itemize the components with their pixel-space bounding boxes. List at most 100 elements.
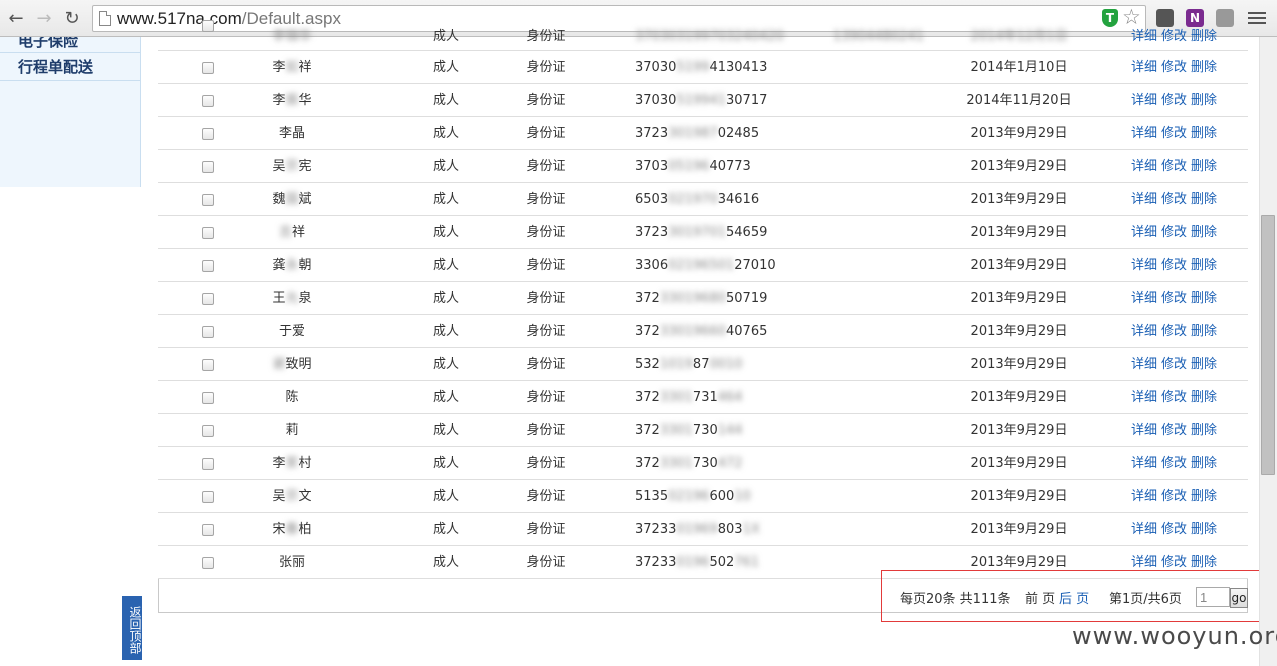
delete-link[interactable]: 删除: [1191, 489, 1217, 504]
delete-link[interactable]: 删除: [1191, 258, 1217, 273]
row-actions: 详细 修改 删除: [1131, 84, 1221, 117]
menu-icon[interactable]: [1248, 9, 1266, 27]
detail-link[interactable]: 详细: [1131, 126, 1157, 141]
detail-link[interactable]: 详细: [1131, 456, 1157, 471]
document-type: 身份证: [526, 126, 566, 141]
row-checkbox[interactable]: [202, 392, 214, 404]
passenger-type: 成人: [432, 522, 459, 537]
delete-link[interactable]: 删除: [1191, 159, 1217, 174]
reload-icon[interactable]: ↻: [60, 6, 84, 30]
delete-link[interactable]: 删除: [1191, 423, 1217, 438]
edit-link[interactable]: 修改: [1161, 126, 1187, 141]
created-date: 2013年9月29日: [970, 126, 1068, 141]
go-button[interactable]: go: [1230, 588, 1248, 608]
delete-link[interactable]: 删除: [1191, 60, 1217, 75]
delete-link[interactable]: 删除: [1191, 225, 1217, 240]
id-number: 5321019870010: [635, 357, 743, 372]
page-number-input[interactable]: [1196, 587, 1230, 607]
created-date: 2013年9月29日: [970, 258, 1068, 273]
delete-link[interactable]: 删除: [1191, 324, 1217, 339]
table-row: 吴宗文 成人 身份证 51350219660010 2013年9月29日 详细 修改 删除: [158, 480, 1248, 513]
id-number: 3703051994130717: [635, 93, 768, 108]
created-date: 2014年12月1日: [970, 29, 1068, 44]
document-type: 身份证: [526, 522, 566, 537]
sidebar-item-itinerary-delivery[interactable]: 行程单配送: [0, 53, 140, 81]
passenger-name: 陈: [285, 390, 299, 405]
row-checkbox[interactable]: [202, 491, 214, 503]
detail-link[interactable]: 详细: [1131, 390, 1157, 405]
passenger-type: 成人: [432, 456, 459, 471]
row-checkbox[interactable]: [202, 458, 214, 470]
edit-link[interactable]: 修改: [1161, 456, 1187, 471]
row-checkbox[interactable]: [202, 62, 214, 74]
detail-link[interactable]: 详细: [1131, 291, 1157, 306]
detail-link[interactable]: 详细: [1131, 93, 1157, 108]
edit-link[interactable]: 修改: [1161, 60, 1187, 75]
edit-link[interactable]: 修改: [1161, 555, 1187, 570]
detail-link[interactable]: 详细: [1131, 29, 1157, 44]
detail-link[interactable]: 详细: [1131, 159, 1157, 174]
delete-link[interactable]: 删除: [1191, 390, 1217, 405]
row-checkbox[interactable]: [202, 326, 214, 338]
row-checkbox[interactable]: [202, 161, 214, 173]
next-page-link[interactable]: 后 页: [1059, 592, 1089, 607]
back-to-top-button[interactable]: 返回顶部: [122, 596, 142, 660]
row-checkbox[interactable]: [202, 359, 214, 371]
edit-link[interactable]: 修改: [1161, 423, 1187, 438]
row-checkbox[interactable]: [202, 194, 214, 206]
back-arrow-icon[interactable]: ←: [4, 6, 28, 30]
delete-link[interactable]: 删除: [1191, 93, 1217, 108]
delete-link[interactable]: 删除: [1191, 456, 1217, 471]
row-actions: 详细 修改 删除: [1131, 51, 1221, 84]
passenger-type: 成人: [432, 390, 459, 405]
detail-link[interactable]: 详细: [1131, 258, 1157, 273]
edit-link[interactable]: 修改: [1161, 258, 1187, 273]
detail-link[interactable]: 详细: [1131, 192, 1157, 207]
passenger-type: 成人: [432, 324, 459, 339]
sidebar-item-insurance[interactable]: 电子保险: [0, 37, 140, 53]
detail-link[interactable]: 详细: [1131, 60, 1157, 75]
delete-link[interactable]: 删除: [1191, 291, 1217, 306]
edit-link[interactable]: 修改: [1161, 522, 1187, 537]
detail-link[interactable]: 详细: [1131, 357, 1157, 372]
edit-link[interactable]: 修改: [1161, 324, 1187, 339]
detail-link[interactable]: 详细: [1131, 423, 1157, 438]
row-checkbox[interactable]: [202, 95, 214, 107]
passenger-type: 成人: [432, 225, 459, 240]
row-checkbox[interactable]: [202, 227, 214, 239]
scrollbar-thumb[interactable]: [1261, 215, 1275, 475]
detail-link[interactable]: 详细: [1131, 324, 1157, 339]
row-checkbox[interactable]: [202, 260, 214, 272]
row-checkbox[interactable]: [202, 557, 214, 569]
edit-link[interactable]: 修改: [1161, 93, 1187, 108]
edit-link[interactable]: 修改: [1161, 390, 1187, 405]
passenger-type: 成人: [432, 555, 459, 570]
row-checkbox[interactable]: [202, 20, 214, 32]
delete-link[interactable]: 删除: [1191, 29, 1217, 44]
edit-link[interactable]: 修改: [1161, 159, 1187, 174]
delete-link[interactable]: 删除: [1191, 357, 1217, 372]
delete-link[interactable]: 删除: [1191, 126, 1217, 141]
row-checkbox[interactable]: [202, 128, 214, 140]
id-number: 3723301970154659: [635, 225, 768, 240]
edit-link[interactable]: 修改: [1161, 29, 1187, 44]
delete-link[interactable]: 删除: [1191, 555, 1217, 570]
delete-link[interactable]: 删除: [1191, 192, 1217, 207]
detail-link[interactable]: 详细: [1131, 489, 1157, 504]
edit-link[interactable]: 修改: [1161, 291, 1187, 306]
row-checkbox[interactable]: [202, 524, 214, 536]
forward-arrow-icon[interactable]: →: [32, 6, 56, 30]
table-row: 王允泉 成人 身份证 3723301968050719 2013年9月29日 详细 修改 删除: [158, 282, 1248, 315]
edit-link[interactable]: 修改: [1161, 225, 1187, 240]
edit-link[interactable]: 修改: [1161, 192, 1187, 207]
detail-link[interactable]: 详细: [1131, 522, 1157, 537]
delete-link[interactable]: 删除: [1191, 522, 1217, 537]
row-checkbox[interactable]: [202, 425, 214, 437]
detail-link[interactable]: 详细: [1131, 555, 1157, 570]
pager-summary: 每页20条 共111条: [900, 592, 1011, 607]
row-checkbox[interactable]: [202, 293, 214, 305]
document-type: 身份证: [526, 423, 566, 438]
edit-link[interactable]: 修改: [1161, 357, 1187, 372]
detail-link[interactable]: 详细: [1131, 225, 1157, 240]
edit-link[interactable]: 修改: [1161, 489, 1187, 504]
